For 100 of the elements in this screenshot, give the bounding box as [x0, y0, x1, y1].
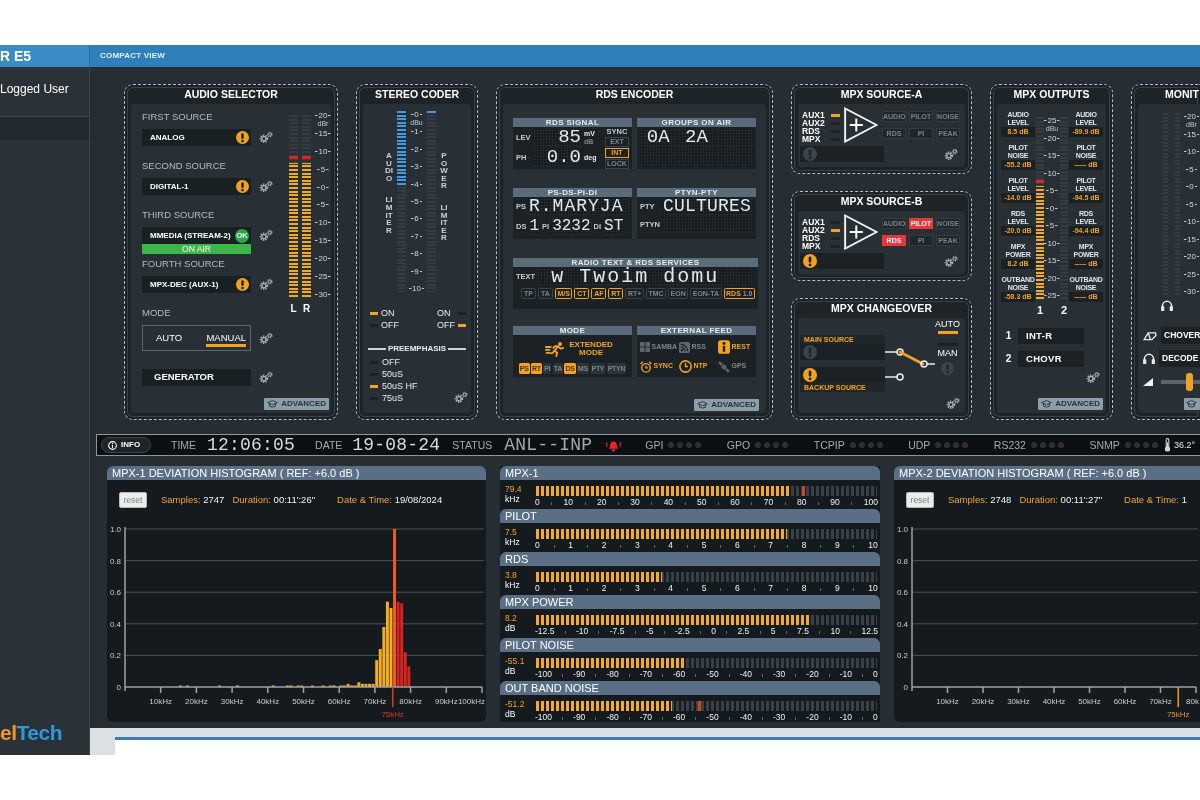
scale-label: 0	[1185, 182, 1198, 191]
x-tick-label: 30kHz	[1007, 697, 1030, 706]
meter-header: RDS	[500, 552, 880, 566]
scale-label: 0	[1046, 203, 1058, 213]
meter-header: PILOT NOISE	[500, 638, 880, 652]
scale-label: 10	[315, 218, 331, 228]
scale-label: 3	[410, 162, 423, 172]
scale-label: 15	[1183, 129, 1200, 139]
scale-label: -90	[573, 669, 586, 679]
port-label: SNMP	[1089, 439, 1120, 451]
mode-label: MODE	[142, 307, 171, 319]
source-value: MMEDIA (STREAM-2)	[150, 231, 231, 241]
y-tick-label: 0.2	[896, 651, 908, 661]
scale-label: 15	[315, 236, 331, 246]
scale-label: 10	[563, 497, 574, 507]
scale-label: 2.5	[737, 626, 750, 636]
scale-label: -40	[739, 669, 752, 679]
source-label: THIRD SOURCE	[142, 209, 215, 221]
scale-label: 100	[863, 497, 878, 507]
reference-label: 75kHz	[381, 710, 405, 719]
source-value: DIGITAL-1	[150, 182, 189, 192]
scale-label: 0	[317, 182, 329, 192]
on-air-indicator: ON AIR	[142, 244, 251, 255]
x-tick-label: 20kHz	[971, 697, 995, 706]
scale-label: 25	[1044, 116, 1060, 125]
scale-label: 2	[410, 144, 423, 154]
scale-label: 0	[873, 669, 878, 679]
scale-label: -10	[575, 626, 589, 636]
panel-title: STEREO CODER	[375, 87, 459, 102]
scale-label: 10	[1044, 238, 1060, 248]
x-tick-label: 90kHz	[434, 697, 458, 706]
x-tick-label: 40kHz	[1042, 697, 1066, 706]
limiter-label: POWER LIMITER	[440, 152, 448, 242]
section-header: EXTERNAL FEED	[637, 326, 756, 335]
unit-label: kHz	[505, 580, 520, 591]
scale-label: -90	[573, 712, 586, 722]
source-value: ANALOG	[150, 133, 185, 143]
readout-value: 12:06:05	[207, 436, 296, 454]
reference-label: 75kHz	[1166, 710, 1190, 719]
scale-label: 6	[734, 540, 740, 550]
scale-label: 1	[568, 583, 574, 593]
scale-label: 5	[410, 196, 423, 206]
meter-header: OUT BAND NOISE	[500, 681, 880, 695]
x-tick-label: 100kHz	[457, 697, 485, 706]
panel-title: MONIT	[1164, 87, 1199, 102]
status-label: STATUS	[452, 439, 493, 451]
panel-title: RDS ENCODER	[595, 87, 674, 102]
scale-label: 10	[868, 583, 878, 593]
scale-label: -60	[673, 669, 686, 679]
panel-title: MPX OUTPUTS	[1013, 87, 1090, 102]
scale-label: 9	[834, 583, 840, 593]
source-label: FOURTH SOURCE	[142, 258, 225, 270]
readout-value: 19-08-24	[352, 436, 441, 454]
x-tick-label: 30kHz	[220, 697, 244, 706]
scale-label: 80	[797, 497, 807, 507]
stat-label: Duration:	[1019, 493, 1058, 505]
scale-label: -30	[773, 712, 786, 722]
scale-label: 4	[668, 583, 674, 593]
scale-label: 9	[834, 540, 840, 550]
scale-label: 1	[568, 540, 574, 550]
section-header: PS-DS-PI-DI	[513, 188, 632, 197]
scale-label: 10	[868, 540, 878, 550]
y-tick-label: 0.4	[109, 619, 121, 629]
x-tick-label: 50kHz	[292, 697, 315, 706]
scale-label: 4	[410, 179, 423, 189]
scale-label: -12.5	[535, 626, 555, 636]
scale-label: -20	[806, 669, 819, 679]
scale-label: 5	[317, 164, 329, 174]
panel-header: MPX-1 DEVIATION HISTOGRAM ( REF: +6.0 dB )	[107, 466, 486, 480]
scale-label: 30	[630, 497, 640, 507]
scale-label: 0	[410, 110, 423, 119]
channel-label: 2	[1060, 304, 1068, 316]
status-label: TIME	[171, 439, 197, 451]
scale-label: 7	[410, 231, 423, 241]
scale-label: 90	[830, 497, 840, 507]
radio-text-value: w Twoim domu	[537, 268, 754, 285]
meter-reading: 7.5	[505, 527, 517, 537]
limiter-label: AUDIO LIMITER	[385, 152, 393, 235]
scale-label: 20	[1044, 133, 1060, 143]
unit-label: dB	[505, 709, 516, 720]
x-tick-label: 10kHz	[936, 697, 959, 706]
y-tick-label: 0.6	[109, 588, 121, 598]
scale-label: 3	[635, 540, 640, 550]
scale-label: -40	[739, 712, 752, 722]
scale-label: 5	[1046, 221, 1058, 230]
stat-label: Date & Time:	[1124, 493, 1179, 505]
scale-label: 5	[1046, 186, 1058, 195]
input-label: AUX1	[802, 111, 826, 119]
scale-label: 5	[317, 200, 329, 210]
scale-label: 4	[668, 540, 674, 550]
group-value: 0A	[640, 129, 677, 146]
scale-label: -10	[839, 712, 852, 722]
user-name: Logged User	[0, 82, 69, 96]
section-label: PREEMPHASIS	[387, 344, 447, 353]
section-header: GROUPS ON AIR	[637, 118, 756, 127]
stat-label: Samples:	[161, 493, 201, 505]
status-label: DATE	[315, 439, 343, 451]
panel-title: MPX SOURCE-A	[840, 87, 923, 102]
unit-label: kHz	[505, 494, 520, 505]
stat-value: 00:11':26"	[273, 493, 316, 505]
